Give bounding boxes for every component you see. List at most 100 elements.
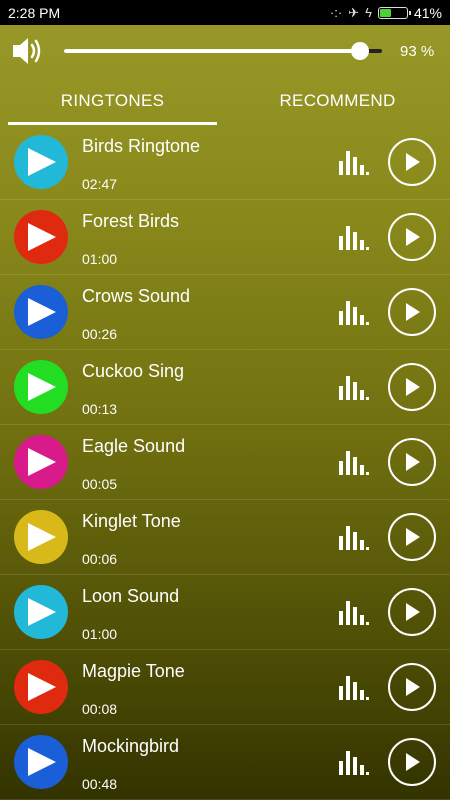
play-icon (406, 378, 420, 396)
volume-row: 93 % (0, 25, 450, 77)
ringtone-row[interactable]: Cuckoo Sing 00:13 (0, 350, 450, 425)
ringtone-duration: 02:47 (82, 175, 118, 192)
status-time: 2:28 PM (8, 4, 61, 21)
ringtone-text: Kinglet Tone 00:06 (82, 500, 338, 575)
ringtone-duration: 00:05 (82, 475, 118, 492)
status-icons: ·:· ✈ ϟ 41% (330, 5, 442, 21)
ringtone-play-icon[interactable] (14, 660, 68, 714)
ringtone-title: Loon Sound (82, 585, 180, 606)
equalizer-icon (339, 151, 369, 175)
ringtone-text: Magpie Tone 00:08 (82, 650, 338, 725)
ringtone-title: Cuckoo Sing (82, 360, 185, 381)
ringtone-duration: 00:13 (82, 400, 118, 417)
ringtone-play-icon[interactable] (14, 285, 68, 339)
airplane-mode-icon: ✈ (348, 4, 360, 20)
ringtone-play-icon[interactable] (14, 135, 68, 189)
ringtone-play-icon[interactable] (14, 210, 68, 264)
battery-icon (377, 6, 411, 19)
ringtone-play-icon[interactable] (14, 435, 68, 489)
ringtone-list: Birds Ringtone 02:47 Forest Birds 01:00 (0, 125, 450, 800)
equalizer-icon (339, 751, 369, 775)
play-button[interactable] (388, 663, 436, 711)
play-triangle-icon (28, 748, 56, 776)
speaker-icon[interactable] (10, 33, 46, 69)
ringtone-text: Loon Sound 01:00 (82, 575, 338, 650)
ringtone-title: Eagle Sound (82, 435, 186, 456)
equalizer-icon (339, 226, 369, 250)
status-bar: 2:28 PM ·:· ✈ ϟ 41% (0, 0, 450, 25)
battery-level (379, 8, 391, 17)
ringtone-duration: 00:08 (82, 700, 118, 717)
equalizer-icon (339, 376, 369, 400)
play-icon (406, 303, 420, 321)
play-triangle-icon (28, 223, 56, 251)
play-triangle-icon (28, 673, 56, 701)
ringtone-duration: 00:26 (82, 325, 118, 342)
play-icon (406, 603, 420, 621)
ringtone-text: Eagle Sound 00:05 (82, 425, 338, 500)
ringtone-row[interactable]: Loon Sound 01:00 (0, 575, 450, 650)
ringtone-text: Forest Birds 01:00 (82, 200, 338, 275)
ringtone-row[interactable]: Eagle Sound 00:05 (0, 425, 450, 500)
equalizer-icon (339, 301, 369, 325)
play-icon (406, 528, 420, 546)
ringtone-duration: 01:00 (82, 625, 118, 642)
play-icon (406, 453, 420, 471)
play-button[interactable] (388, 138, 436, 186)
equalizer-icon (339, 676, 369, 700)
ringtone-text: Crows Sound 00:26 (82, 275, 338, 350)
play-triangle-icon (28, 448, 56, 476)
ringtone-row[interactable]: Forest Birds 01:00 (0, 200, 450, 275)
play-button[interactable] (388, 738, 436, 786)
equalizer-icon (339, 601, 369, 625)
volume-slider[interactable] (64, 42, 382, 60)
ringtone-duration: 01:00 (82, 250, 118, 267)
equalizer-icon (339, 451, 369, 475)
signal-dots-icon: ·:· (329, 5, 343, 20)
equalizer-icon (339, 526, 369, 550)
play-icon (406, 153, 420, 171)
ringtone-row[interactable]: Magpie Tone 00:08 (0, 650, 450, 725)
play-icon (406, 228, 420, 246)
play-triangle-icon (28, 298, 56, 326)
ringtone-title: Magpie Tone (82, 660, 185, 681)
play-button[interactable] (388, 588, 436, 636)
tab-bar: RINGTONES RECOMMEND (0, 77, 450, 125)
play-button[interactable] (388, 213, 436, 261)
ringtone-play-icon[interactable] (14, 735, 68, 789)
play-icon (406, 678, 420, 696)
volume-slider-thumb[interactable] (350, 42, 369, 60)
play-triangle-icon (28, 523, 56, 551)
play-button[interactable] (388, 363, 436, 411)
volume-percent: 93 % (400, 42, 435, 60)
ringtone-text: Birds Ringtone 02:47 (82, 125, 338, 200)
play-triangle-icon (28, 598, 56, 626)
ringtone-row[interactable]: Crows Sound 00:26 (0, 275, 450, 350)
play-button[interactable] (388, 513, 436, 561)
ringtone-play-icon[interactable] (14, 510, 68, 564)
battery-percent: 41% (413, 4, 442, 21)
tab-recommend[interactable]: RECOMMEND (225, 77, 450, 125)
play-triangle-icon (28, 373, 56, 401)
play-icon (406, 753, 420, 771)
ringtone-title: Kinglet Tone (82, 510, 181, 531)
ringtone-row[interactable]: Birds Ringtone 02:47 (0, 125, 450, 200)
ringtone-play-icon[interactable] (14, 360, 68, 414)
play-button[interactable] (388, 438, 436, 486)
ringtone-title: Crows Sound (82, 285, 191, 306)
volume-slider-fill (64, 49, 360, 53)
charging-icon: ϟ (365, 5, 372, 20)
play-button[interactable] (388, 288, 436, 336)
ringtone-title: Mockingbird (82, 735, 180, 756)
ringtone-text: Mockingbird 00:48 (82, 725, 338, 800)
ringtone-row[interactable]: Kinglet Tone 00:06 (0, 500, 450, 575)
ringtone-text: Cuckoo Sing 00:13 (82, 350, 338, 425)
ringtone-title: Forest Birds (82, 210, 180, 231)
ringtone-row[interactable]: Mockingbird 00:48 (0, 725, 450, 800)
ringtone-duration: 00:48 (82, 775, 118, 792)
ringtone-duration: 00:06 (82, 550, 118, 567)
tab-ringtones[interactable]: RINGTONES (0, 77, 225, 125)
ringtone-play-icon[interactable] (14, 585, 68, 639)
play-triangle-icon (28, 148, 56, 176)
ringtone-title: Birds Ringtone (82, 135, 201, 156)
